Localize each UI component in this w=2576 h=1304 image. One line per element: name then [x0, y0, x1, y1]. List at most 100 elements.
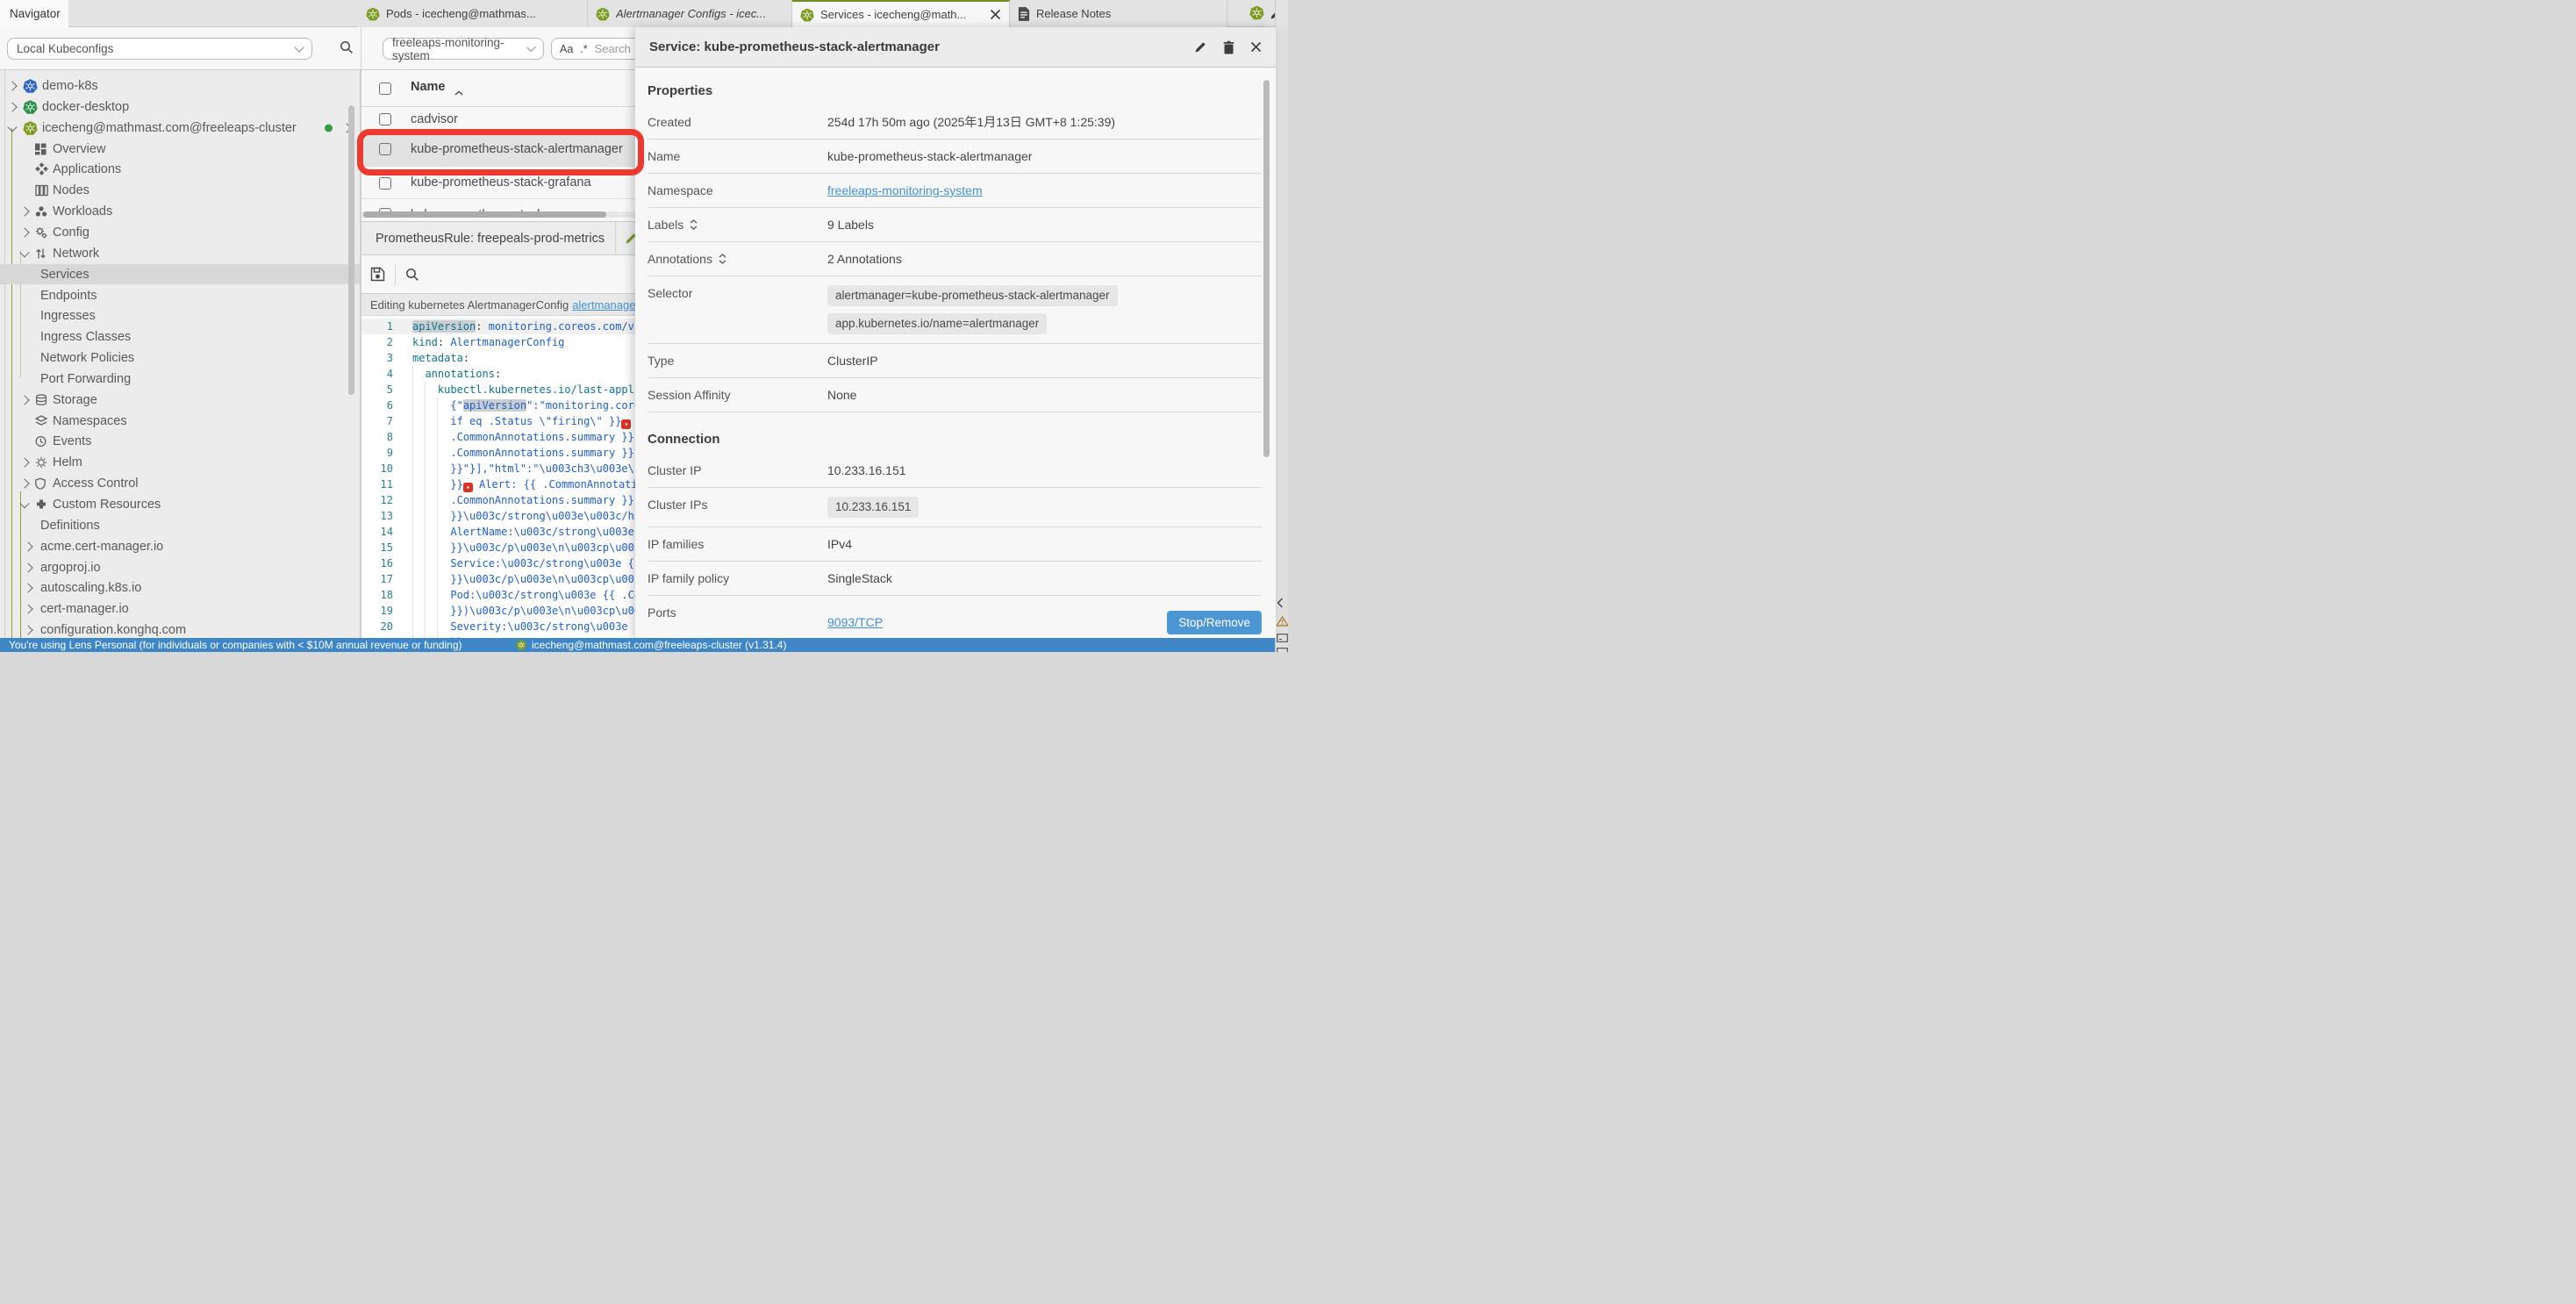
sidebar-item-network-policies[interactable]: Network Policies [0, 347, 360, 368]
sidebar-item-docker-desktop[interactable]: docker-desktop [0, 97, 360, 117]
line-number: 10 [367, 461, 393, 476]
breadcrumb-link[interactable]: alertmanager [572, 298, 640, 312]
kubernetes-icon [596, 7, 610, 21]
row-checkbox[interactable] [379, 113, 391, 125]
sidebar-item-definitions[interactable]: Definitions [0, 515, 360, 535]
namespace-link[interactable]: freeleaps-monitoring-system [827, 183, 983, 197]
line-number: 7 [367, 413, 393, 429]
sidebar-item-network[interactable]: Network [0, 243, 360, 263]
item-label: cert-manager.io [40, 602, 129, 616]
value-badge: app.kubernetes.io/name=alertmanager [827, 313, 1047, 334]
stop-remove-button[interactable]: Stop/Remove [1167, 611, 1262, 634]
item-label: Events [53, 434, 91, 448]
sidebar-item-applications[interactable]: Applications [0, 159, 360, 179]
applications-icon [35, 162, 48, 176]
search-icon[interactable] [405, 268, 419, 282]
kubeconfig-select-value: Local Kubeconfigs [17, 42, 113, 55]
helm-icon [35, 456, 47, 469]
drawer-scrollbar[interactable] [1263, 80, 1270, 457]
sidebar-item-nodes[interactable]: Nodes [0, 180, 360, 200]
tab-pods-icecheng-mathmas[interactable]: Pods - icecheng@mathmas... [358, 0, 588, 27]
sort-toggle-icon[interactable] [690, 219, 698, 230]
chevron-right-icon [7, 102, 17, 111]
search-icon[interactable] [340, 40, 354, 59]
nodes-icon [35, 184, 48, 196]
drawer-row-name: Namekube-prometheus-stack-alertmanager [648, 140, 1262, 174]
sidebar: g demo-k8sdocker-desktopicecheng@mathmas… [0, 70, 361, 638]
rule-panel-title: PrometheusRule: freepeals-prod-metrics [376, 232, 605, 246]
sidebar-item-namespaces[interactable]: Namespaces [0, 411, 360, 431]
trash-icon[interactable] [1222, 40, 1235, 54]
tab-label: Pods - icecheng@mathmas... [386, 7, 579, 20]
chevron-left-icon[interactable] [1277, 597, 1284, 613]
sidebar-item-ingresses[interactable]: Ingresses [0, 305, 360, 326]
name-column-header[interactable]: Name [411, 80, 446, 94]
chevron-right-icon [19, 206, 29, 216]
sidebar-item-port-forwarding[interactable]: Port Forwarding [0, 369, 360, 389]
line-number: 8 [367, 429, 393, 445]
save-icon[interactable] [370, 267, 385, 282]
drawer-body: PropertiesCreated254d 17h 50m ago (2025年… [635, 68, 1276, 638]
chevron-right-icon [23, 562, 32, 572]
row-label: Annotations [648, 251, 827, 267]
kubeconfig-select[interactable]: Local Kubeconfigs [7, 38, 312, 60]
sort-toggle-icon[interactable] [719, 254, 726, 264]
sidebar-item-autoscaling-k8s-io[interactable]: autoscaling.k8s.io [0, 577, 360, 598]
row-value: 9 Labels [827, 217, 1262, 233]
sidebar-item-cert-manager-io[interactable]: cert-manager.io [0, 598, 360, 619]
drawer-row-annotations: Annotations2 Annotations [648, 242, 1262, 276]
sidebar-item-argoproj-io[interactable]: argoproj.io [0, 557, 360, 577]
row-checkbox[interactable] [379, 177, 391, 190]
sidebar-item-ingress-classes[interactable]: Ingress Classes [0, 326, 360, 347]
drawer-row-session-affinity: Session AffinityNone [648, 378, 1262, 412]
sidebar-item-helm[interactable]: Helm [0, 452, 360, 472]
close-tab-icon[interactable] [990, 9, 1001, 20]
warning-icon[interactable] [1277, 615, 1288, 631]
code-text: }})\u003c/p\u003e\n\u003cp\u00 [412, 603, 640, 619]
line-number: 15 [367, 540, 393, 555]
edit-pencil-icon[interactable] [1194, 40, 1207, 54]
line-number: 17 [367, 571, 393, 587]
tab-release-notes[interactable]: Release Notes [1010, 0, 1227, 27]
terminal-icon[interactable] [1277, 645, 1288, 652]
tab-strip: Pods - icecheng@mathmas... Alertmanager C… [358, 0, 1227, 27]
match-case-toggle[interactable]: Aa [560, 43, 573, 55]
sidebar-item-demo-k8s[interactable]: demo-k8s [0, 75, 360, 96]
line-number: 3 [367, 350, 393, 366]
chevron-right-icon [23, 604, 32, 613]
tab-services-icecheng-math[interactable]: Services - icecheng@math... [792, 0, 1010, 27]
sidebar-item-configuration-konghq-com[interactable]: configuration.konghq.com [0, 620, 360, 638]
tab-alertmanager-configs-icec[interactable]: Alertmanager Configs - icec... [588, 0, 792, 27]
sidebar-item-custom-resources[interactable]: Custom Resources [0, 494, 360, 514]
close-icon[interactable] [1250, 41, 1262, 53]
line-number: 5 [367, 382, 393, 398]
sidebar-scrollbar[interactable] [348, 105, 354, 395]
regex-toggle[interactable]: .* [580, 43, 587, 55]
tab-bar: Navigator Pods - icecheng@mathmas... Aler… [0, 0, 1288, 27]
select-all-checkbox[interactable] [379, 82, 391, 95]
port-row: 9093/TCP Stop/Remove [827, 605, 1262, 638]
sidebar-item-storage[interactable]: Storage [0, 390, 360, 410]
sidebar-item-acme-cert-manager-io[interactable]: acme.cert-manager.io [0, 536, 360, 556]
drawer-row-selector: Selectoralertmanager=kube-prometheus-sta… [648, 276, 1262, 344]
kubernetes-icon [800, 8, 814, 22]
sidebar-item-access-control[interactable]: Access Control [0, 473, 360, 493]
sidebar-item-endpoints[interactable]: Endpoints [0, 285, 360, 305]
item-label: configuration.konghq.com [40, 623, 186, 637]
sidebar-item-icecheng-mathmast-com-freeleaps-cluster[interactable]: icecheng@mathmast.com@freeleaps-cluster [0, 118, 360, 138]
drawer-row-created: Created254d 17h 50m ago (2025年1月13日 GMT+… [648, 105, 1262, 140]
events-icon [35, 435, 47, 447]
sidebar-item-workloads[interactable]: Workloads [0, 201, 360, 221]
sidebar-item-events[interactable]: Events [0, 431, 360, 451]
port-link[interactable]: 9093/TCP [827, 614, 883, 630]
sidebar-item-config[interactable]: Config [0, 222, 360, 242]
navigator-header: Navigator [0, 0, 68, 27]
sidebar-item-overview[interactable]: Overview [0, 139, 360, 159]
item-label: argoproj.io [40, 561, 101, 575]
item-label: Network [53, 247, 99, 261]
tab-label: Alertmanager Configs - icec... [616, 7, 784, 20]
sidebar-item-services[interactable]: Services [0, 264, 360, 284]
namespace-select[interactable]: freeleaps-monitoring-system [383, 38, 544, 60]
line-number: 19 [367, 603, 393, 619]
namespace-select-value: freeleaps-monitoring-system [392, 36, 528, 62]
